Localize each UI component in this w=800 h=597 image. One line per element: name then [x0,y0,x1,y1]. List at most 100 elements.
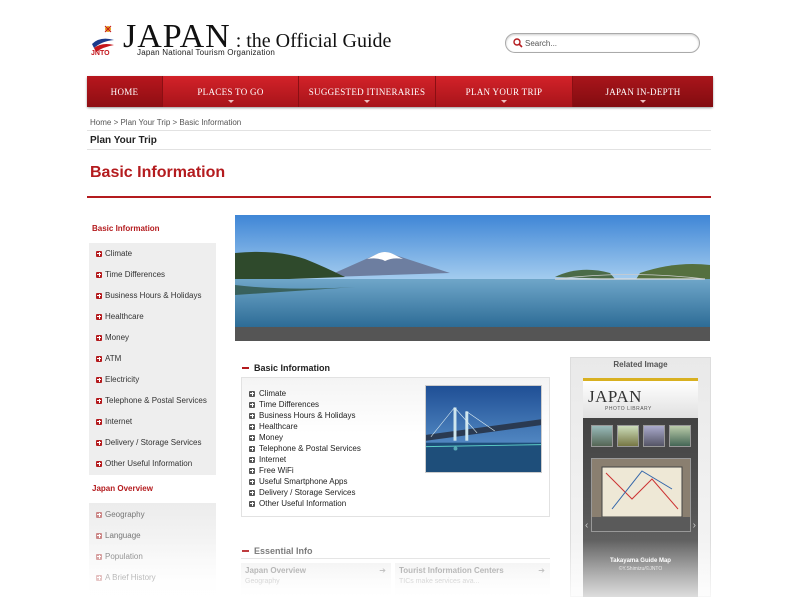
plus-icon [249,434,255,441]
plus-icon [96,511,102,518]
list-item-money[interactable]: Money [249,432,361,443]
list-item-label: Other Useful Information [259,499,347,508]
sidebar-heading-japan-overview[interactable]: Japan Overview [92,484,153,493]
thumbnail[interactable] [643,425,665,447]
sidebar-item-time-differences[interactable]: Time Differences [96,270,165,279]
nav-suggested-itineraries[interactable]: Suggested Itineraries [299,76,436,107]
sidebar-item-atm[interactable]: ATM [96,354,121,363]
sidebar-item-money[interactable]: Money [96,333,129,342]
plus-icon [96,574,102,581]
arrow-right-icon: ➔ [538,566,545,575]
list-item-label: Free WiFi [259,466,294,475]
sidebar-item-label: Business Hours & Holidays [105,291,202,300]
list-item-time-differences[interactable]: Time Differences [249,399,361,410]
nav-itineraries-label: Suggested Itineraries [308,86,426,97]
sidebar-item-label: Internet [105,417,133,426]
sidebar-item-label: Delivery / Storage Services [105,438,202,447]
plus-icon [96,292,102,299]
nav-home[interactable]: Home [87,76,163,107]
thumbnail[interactable] [669,425,691,447]
sidebar-heading-basic-info[interactable]: Basic Information [92,224,160,233]
thumbnail[interactable] [591,425,613,447]
nav-japan-in-depth[interactable]: Japan In-Depth [573,76,713,107]
photo-library-header: JAPAN PHOTO LIBRARY [583,378,698,418]
sidebar-item-telephone[interactable]: Telephone & Postal Services [96,396,207,405]
nav-plan-your-trip[interactable]: Plan your trip [436,76,573,107]
arrow-right-icon: ➔ [379,566,386,575]
divider [87,149,711,150]
minus-icon [242,367,249,369]
list-item-climate[interactable]: Climate [249,388,361,399]
sidebar-item-language[interactable]: Language [96,531,141,540]
list-item-healthcare[interactable]: Healthcare [249,421,361,432]
sidebar-item-label: Climate [105,249,133,258]
takayama-guide-map-photo[interactable] [591,458,691,532]
sidebar-item-label: A Brief History [105,573,156,582]
plus-icon [96,397,102,404]
search-icon[interactable] [513,38,523,48]
plus-icon [96,532,102,539]
list-item-label: Time Differences [259,400,320,409]
sidebar-item-history[interactable]: A Brief History [96,573,156,582]
plus-icon [96,439,102,446]
basic-info-panel: Climate Time Differences Business Hours … [241,377,550,517]
photo-caption: Takayama Guide Map [610,558,671,564]
card-title: Japan Overview [245,566,306,575]
plus-icon [249,401,255,408]
breadcrumb: Home > Plan Your Trip > Basic Informatio… [90,118,241,127]
breadcrumb-plan-link[interactable]: Plan Your Trip [120,118,170,127]
essential-card-tourist-info-centers[interactable]: Tourist Information Centers TICs make se… [395,563,550,597]
list-item-internet[interactable]: Internet [249,454,361,465]
sidebar-item-label: Electricity [105,375,140,384]
plus-icon [249,390,255,397]
photo-library-panel[interactable]: JAPAN PHOTO LIBRARY ‹ › Takayama Guide M… [583,378,698,597]
search-input[interactable] [525,36,690,50]
breadcrumb-home-link[interactable]: Home [90,118,111,127]
sidebar-item-geography[interactable]: Geography [96,510,145,519]
list-item-smartphone-apps[interactable]: Useful Smartphone Apps [249,476,361,487]
list-item-label: Healthcare [259,422,298,431]
search-box[interactable] [505,33,700,53]
list-item-other-info[interactable]: Other Useful Information [249,498,361,509]
title-divider [87,196,711,198]
sidebar-group-basic-info: Climate Time Differences Business Hours … [89,243,216,475]
plus-icon [249,500,255,507]
list-item-free-wifi[interactable]: Free WiFi [249,465,361,476]
plus-icon [249,423,255,430]
caret-down-icon [364,100,370,103]
sidebar-group-japan-overview: Geography Language Population A Brief Hi… [89,503,216,597]
caret-down-icon [640,100,646,103]
caret-down-icon [501,100,507,103]
jnto-label: JNTO [91,50,110,57]
list-item-telephone[interactable]: Telephone & Postal Services [249,443,361,454]
minus-icon [242,550,249,552]
list-item-delivery[interactable]: Delivery / Storage Services [249,487,361,498]
section-title: Plan Your Trip [90,135,157,146]
sidebar-item-population[interactable]: Population [96,552,143,561]
sidebar-item-delivery[interactable]: Delivery / Storage Services [96,438,201,447]
essential-card-japan-overview[interactable]: Japan Overview Geography ➔ [241,563,391,597]
sidebar-item-label: Population [105,552,143,561]
sidebar-item-business-hours[interactable]: Business Hours & Holidays [96,291,201,300]
plus-icon [249,478,255,485]
basic-info-heading: Basic Information [242,363,330,373]
sidebar-item-electricity[interactable]: Electricity [96,375,139,384]
nav-indepth-label: Japan In-Depth [605,86,681,97]
caret-down-icon [227,100,234,103]
page-title: Basic Information [90,164,226,181]
sidebar-item-other-info[interactable]: Other Useful Information [96,459,192,468]
sidebar-item-climate[interactable]: Climate [96,249,132,258]
carousel-prev-icon[interactable]: ‹ [585,520,588,531]
card-title: Tourist Information Centers [399,566,504,575]
sidebar-item-label: Language [105,531,141,540]
list-item-label: Telephone & Postal Services [259,444,361,453]
nav-places-to-go[interactable]: Places to go [163,76,299,107]
sidebar-item-healthcare[interactable]: Healthcare [96,312,144,321]
plus-icon [96,271,102,278]
carousel-next-icon[interactable]: › [693,520,696,531]
plus-icon [96,460,102,467]
plus-icon [96,376,102,383]
list-item-business-hours[interactable]: Business Hours & Holidays [249,410,361,421]
thumbnail[interactable] [617,425,639,447]
sidebar-item-internet[interactable]: Internet [96,417,132,426]
